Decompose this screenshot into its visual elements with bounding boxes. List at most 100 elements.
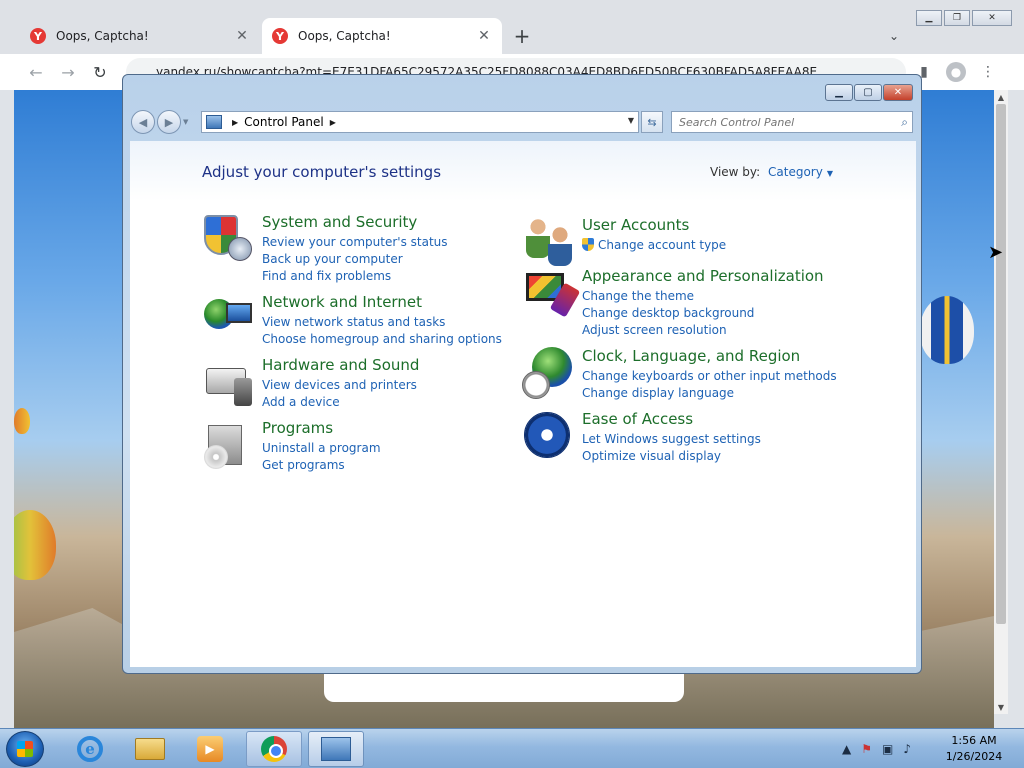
view-by-label: View by:: [710, 165, 761, 179]
link-keyboards-input[interactable]: Change keyboards or other input methods: [582, 368, 837, 385]
breadcrumb-arrow-icon[interactable]: ▶: [232, 118, 238, 127]
link-homegroup-sharing[interactable]: Choose homegroup and sharing options: [262, 331, 502, 348]
maximize-icon[interactable]: ▢: [854, 84, 882, 101]
clock-globe-icon[interactable]: [522, 347, 574, 399]
minimize-icon[interactable]: ▁: [916, 10, 942, 26]
search-icon[interactable]: ⌕: [901, 115, 908, 130]
hot-air-balloon-image: [14, 408, 30, 434]
chevron-down-icon: ▼: [826, 169, 833, 178]
taskbar-file-explorer[interactable]: [122, 731, 178, 767]
users-icon[interactable]: [522, 216, 574, 268]
profile-avatar-icon[interactable]: ●: [946, 62, 966, 82]
scroll-thumb[interactable]: [996, 104, 1006, 624]
taskbar-chrome[interactable]: [246, 731, 302, 767]
hot-air-balloon-image: [14, 510, 56, 580]
link-network-status[interactable]: View network status and tasks: [262, 314, 502, 331]
restore-icon[interactable]: ❐: [944, 10, 970, 26]
ease-of-access-icon[interactable]: [522, 410, 574, 462]
category-title[interactable]: Hardware and Sound: [262, 356, 419, 375]
shield-icon[interactable]: [202, 213, 254, 265]
programs-icon[interactable]: [202, 419, 254, 471]
show-hidden-icons-icon[interactable]: ▲: [842, 742, 851, 756]
close-icon[interactable]: ✕: [883, 84, 913, 101]
link-optimize-display[interactable]: Optimize visual display: [582, 448, 761, 465]
link-uninstall-program[interactable]: Uninstall a program: [262, 440, 381, 457]
category-clock-language-region: Clock, Language, and Region Change keybo…: [522, 347, 837, 402]
category-programs: Programs Uninstall a program Get program…: [202, 419, 381, 474]
action-center-icon[interactable]: ⚑: [861, 742, 872, 756]
media-player-icon: ▶: [197, 736, 223, 762]
printer-icon[interactable]: [202, 356, 254, 408]
windows-logo-icon: [17, 741, 33, 757]
category-ease-of-access: Ease of Access Let Windows suggest setti…: [522, 410, 761, 465]
search-input[interactable]: [679, 115, 879, 129]
view-by-dropdown[interactable]: Category ▼: [768, 165, 833, 179]
menu-kebab-icon[interactable]: ⋮: [978, 62, 998, 82]
internet-explorer-icon: e: [77, 736, 103, 762]
close-icon[interactable]: ✕: [972, 10, 1012, 26]
mouse-cursor-icon: ➤: [988, 242, 1004, 263]
link-find-fix-problems[interactable]: Find and fix problems: [262, 268, 448, 285]
address-dropdown-icon[interactable]: ▼: [628, 116, 634, 125]
minimize-icon[interactable]: ▁: [825, 84, 853, 101]
control-panel-icon: [321, 737, 351, 761]
tab-oops-captcha-1[interactable]: Y Oops, Captcha! ✕: [20, 18, 260, 54]
tab-oops-captcha-2[interactable]: Y Oops, Captcha! ✕: [262, 18, 502, 54]
link-suggest-settings[interactable]: Let Windows suggest settings: [582, 431, 761, 448]
breadcrumb-arrow-icon[interactable]: ▶: [330, 118, 336, 127]
clock-date: 1/26/2024: [945, 750, 1003, 763]
yandex-favicon-icon: Y: [272, 28, 288, 44]
breadcrumb-control-panel[interactable]: Control Panel: [244, 115, 324, 129]
taskbar-control-panel[interactable]: [308, 731, 364, 767]
address-bar[interactable]: ▶ Control Panel ▶ ▼: [201, 111, 639, 133]
page-scrollbar[interactable]: ▲ ▼: [994, 90, 1008, 714]
search-box[interactable]: ⌕: [671, 111, 913, 133]
tab-close-icon[interactable]: ✕: [476, 28, 492, 44]
new-tab-button[interactable]: +: [510, 24, 534, 48]
forward-arrow-icon[interactable]: →: [56, 60, 80, 84]
tab-close-icon[interactable]: ✕: [234, 28, 250, 44]
back-button[interactable]: ◀: [131, 110, 155, 134]
category-title[interactable]: Clock, Language, and Region: [582, 347, 837, 366]
clock-time: 1:56 AM: [951, 734, 997, 747]
volume-icon[interactable]: ♪: [903, 742, 911, 756]
scroll-up-icon[interactable]: ▲: [994, 90, 1008, 104]
network-icon[interactable]: ▣: [882, 742, 893, 756]
link-add-device[interactable]: Add a device: [262, 394, 419, 411]
category-title[interactable]: Appearance and Personalization: [582, 267, 824, 286]
control-panel-icon: [206, 115, 222, 129]
link-display-language[interactable]: Change display language: [582, 385, 837, 402]
category-title[interactable]: Programs: [262, 419, 381, 438]
start-button[interactable]: [6, 731, 44, 767]
uac-shield-icon: [582, 238, 594, 251]
link-change-theme[interactable]: Change the theme: [582, 288, 824, 305]
category-system-and-security: System and Security Review your computer…: [202, 213, 448, 285]
appearance-icon[interactable]: [522, 267, 581, 319]
forward-button[interactable]: ▶: [157, 110, 181, 134]
scroll-down-icon[interactable]: ▼: [994, 700, 1008, 714]
link-get-programs[interactable]: Get programs: [262, 457, 381, 474]
taskbar-internet-explorer[interactable]: e: [62, 731, 118, 767]
link-back-up[interactable]: Back up your computer: [262, 251, 448, 268]
history-dropdown-icon[interactable]: ▼: [183, 118, 188, 126]
category-title[interactable]: Network and Internet: [262, 293, 502, 312]
link-change-account-type[interactable]: Change account type: [582, 237, 726, 254]
browser-window-controls: ▁ ❐ ✕: [916, 10, 1012, 26]
category-title[interactable]: System and Security: [262, 213, 448, 232]
link-screen-resolution[interactable]: Adjust screen resolution: [582, 322, 824, 339]
clock[interactable]: 1:56 AM 1/26/2024: [934, 733, 1014, 765]
category-title[interactable]: User Accounts: [582, 216, 726, 235]
tab-search-icon[interactable]: ⌄: [884, 26, 904, 46]
refresh-button[interactable]: ⇆: [641, 111, 663, 133]
link-devices-printers[interactable]: View devices and printers: [262, 377, 419, 394]
link-review-status[interactable]: Review your computer's status: [262, 234, 448, 251]
back-arrow-icon[interactable]: ←: [24, 60, 48, 84]
back-forward-group: ◀ ▶ ▼: [131, 109, 193, 135]
reload-icon[interactable]: ↻: [88, 60, 112, 84]
link-desktop-background[interactable]: Change desktop background: [582, 305, 824, 322]
network-icon[interactable]: [202, 293, 254, 345]
category-title[interactable]: Ease of Access: [582, 410, 761, 429]
system-tray: ▲ ⚑ ▣ ♪: [842, 729, 911, 768]
taskbar-media-player[interactable]: ▶: [182, 731, 238, 767]
chrome-icon: [261, 736, 287, 762]
